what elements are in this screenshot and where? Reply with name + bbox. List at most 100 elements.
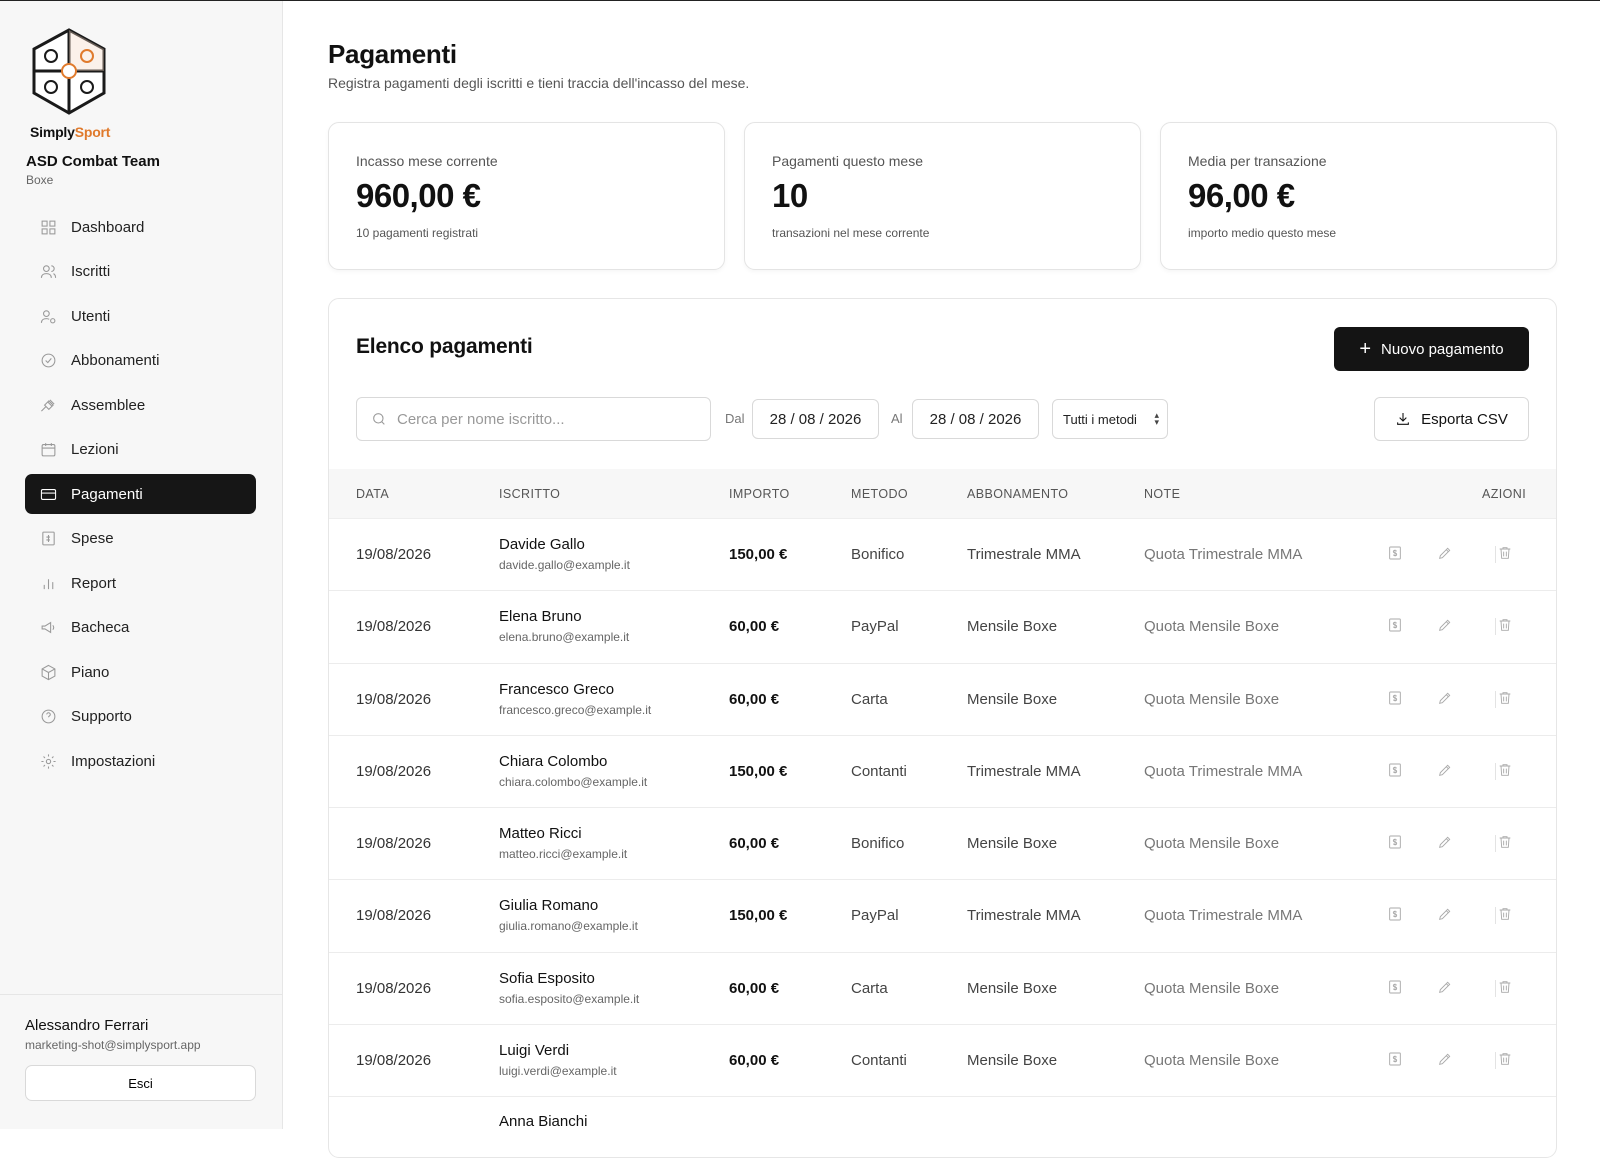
trash-icon[interactable] [1497,762,1515,780]
sidebar-item-pagamenti[interactable]: Pagamenti [25,474,256,514]
to-date-input[interactable]: 28 / 08 / 2026 [912,399,1039,439]
logo[interactable]: SimplySport [30,27,122,140]
cell-date: 19/08/2026 [356,907,432,925]
edit-pencil-icon[interactable] [1437,979,1455,997]
edit-pencil-icon[interactable] [1437,834,1455,852]
sidebar-item-utenti[interactable]: Utenti [25,296,256,336]
org-sport: Boxe [26,173,54,187]
col-header-method[interactable]: METODO [851,487,908,501]
row-actions [1387,906,1537,926]
table-row[interactable]: 19/08/2026 Davide Gallo davide.gallo@examp… [329,519,1556,592]
cell-date: 19/08/2026 [356,762,432,780]
new-payment-button[interactable]: + Nuovo pagamento [1334,327,1529,371]
table-row[interactable]: 19/08/2026 Francesco Greco francesco.greco… [329,664,1556,736]
cell-member-email: giulia.romano@example.it [499,919,638,934]
col-header-note[interactable]: NOTE [1144,487,1180,501]
receipt-dollar-icon[interactable] [1387,545,1405,563]
sidebar-item-impostazioni[interactable]: Impostazioni [25,741,256,781]
trash-icon[interactable] [1497,1051,1515,1069]
sidebar-item-lezioni[interactable]: Lezioni [25,430,256,470]
actions-divider [1495,1052,1496,1070]
stat-label: Incasso mese corrente [356,153,498,169]
logout-button[interactable]: Esci [25,1065,256,1101]
edit-pencil-icon[interactable] [1437,762,1455,780]
cell-amount: 60,00 € [729,618,780,636]
cell-method: Bonifico [851,835,905,853]
edit-pencil-icon[interactable] [1437,1051,1455,1069]
receipt-dollar-icon[interactable] [1387,1051,1405,1069]
trash-icon[interactable] [1497,906,1515,924]
trash-icon[interactable] [1497,834,1515,852]
row-actions [1387,979,1537,999]
trash-icon[interactable] [1497,617,1515,635]
sidebar-item-label: Piano [71,663,110,681]
search-field[interactable] [356,397,711,441]
col-header-amount[interactable]: IMPORTO [729,487,790,501]
sidebar: SimplySport ASD Combat Team Boxe Dashboa… [0,1,283,1129]
row-actions [1387,834,1537,854]
sidebar-item-iscritti[interactable]: Iscritti [25,252,256,292]
sidebar-item-dashboard[interactable]: Dashboard [25,207,256,247]
table-row[interactable]: 19/08/2026 Luigi Verdi luigi.verdi@example… [329,1025,1556,1098]
receipt-dollar-icon[interactable] [1387,834,1405,852]
stat-value: 10 [772,177,808,214]
cell-amount: 60,00 € [729,835,780,853]
actions-divider [1495,690,1496,708]
stat-value: 960,00 € [356,177,481,214]
cell-member-email: francesco.greco@example.it [499,702,652,717]
method-select-value: Tutti i metodi [1063,411,1137,427]
gavel-icon [39,396,57,414]
sidebar-item-label: Abbonamenti [71,352,160,369]
cell-method: Bonifico [851,546,905,563]
cell-note: Quota Trimestrale MMA [1144,762,1303,780]
edit-pencil-icon[interactable] [1437,690,1455,708]
cell-date: 19/08/2026 [356,979,432,997]
grid-icon [39,218,57,236]
cell-member-email: matteo.ricci@example.it [499,847,628,862]
table-row[interactable]: 19/08/2026 Matteo Ricci matteo.ricci@examp… [329,808,1556,881]
stat-desc: 10 pagamenti registrati [356,226,479,240]
cell-subscription: Mensile Boxe [967,618,1058,636]
sidebar-item-spese[interactable]: Spese [25,519,256,559]
sidebar-item-abbonamenti[interactable]: Abbonamenti [25,341,256,381]
table-row[interactable]: 19/08/2026 Chiara Colombo chiara.colombo@e… [329,736,1556,809]
stat-label: Media per transazione [1188,153,1327,169]
cell-member-name: Matteo Ricci [499,825,582,843]
method-select[interactable]: Tutti i metodi ▴ ▾ [1052,399,1168,439]
trash-icon[interactable] [1497,690,1515,708]
edit-pencil-icon[interactable] [1437,906,1455,924]
receipt-icon [39,530,57,548]
sidebar-item-supporto[interactable]: Supporto [25,697,256,737]
table-row[interactable]: 19/08/2026 Giulia Romano giulia.romano@exa… [329,880,1556,953]
table-row[interactable]: 19/08/2026 Sofia Esposito sofia.esposito@e… [329,953,1556,1026]
chevron-updown-icon: ▴ ▾ [1154,410,1159,427]
table-row[interactable]: 19/08/2026 Elena Bruno elena.bruno@example… [329,591,1556,664]
users-icon [39,263,57,281]
cell-member-name: Giulia Romano [499,897,599,915]
search-input[interactable] [397,410,697,428]
sidebar-item-assemblee[interactable]: Assemblee [25,385,256,425]
col-header-date[interactable]: DATA [356,487,389,501]
receipt-dollar-icon[interactable] [1387,762,1405,780]
receipt-dollar-icon[interactable] [1387,979,1405,997]
from-date-input[interactable]: 28 / 08 / 2026 [752,399,879,439]
edit-pencil-icon[interactable] [1437,545,1455,563]
col-header-subscription[interactable]: ABBONAMENTO [967,487,1068,501]
cell-note: Quota Mensile Boxe [1144,835,1280,853]
sidebar-item-piano[interactable]: Piano [25,652,256,692]
export-csv-button[interactable]: Esporta CSV [1374,397,1529,441]
sidebar-item-bacheca[interactable]: Bacheca [25,608,256,648]
receipt-dollar-icon[interactable] [1387,906,1405,924]
trash-icon[interactable] [1497,979,1515,997]
trash-icon[interactable] [1497,545,1515,563]
col-header-member[interactable]: ISCRITTO [499,487,560,501]
stat-card-average: Media per transazione 96,00 € importo me… [1160,122,1557,270]
edit-pencil-icon[interactable] [1437,617,1455,635]
actions-divider [1495,618,1496,636]
sidebar-item-label: Impostazioni [71,752,156,770]
cell-member-name: Francesco Greco [499,680,615,698]
sidebar-item-report[interactable]: Report [25,563,256,603]
receipt-dollar-icon[interactable] [1387,617,1405,635]
receipt-dollar-icon[interactable] [1387,690,1405,708]
sidebar-item-label: Pagamenti [71,485,143,503]
